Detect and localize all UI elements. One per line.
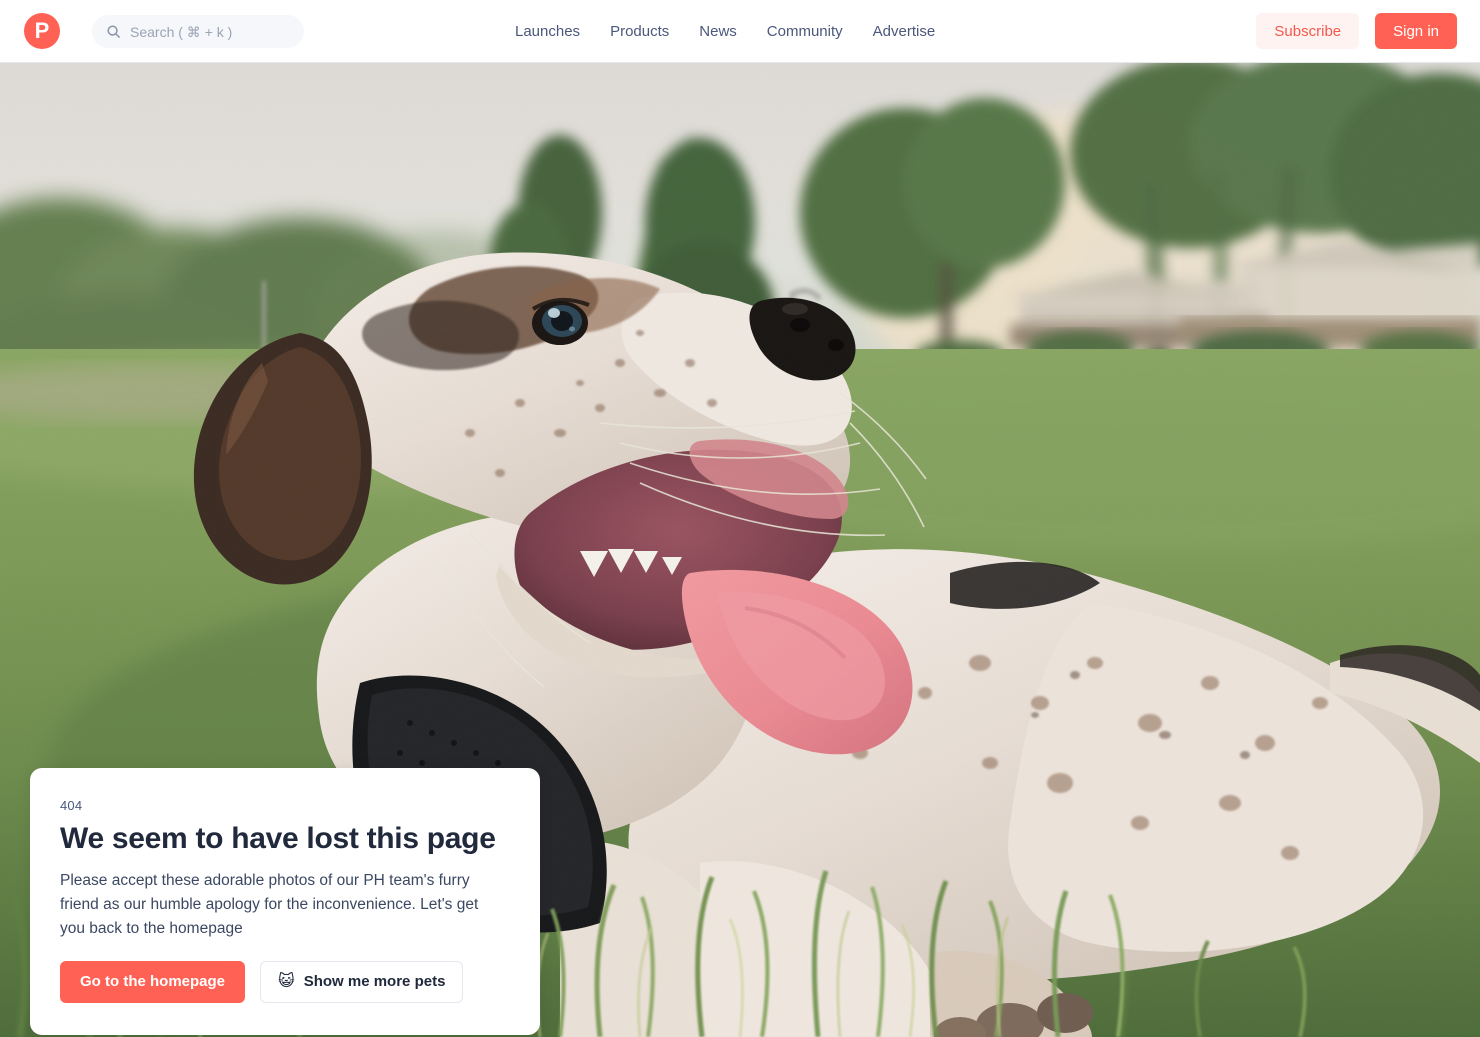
page-title: We seem to have lost this page bbox=[60, 822, 496, 855]
subscribe-button[interactable]: Subscribe bbox=[1256, 13, 1360, 49]
search-input[interactable] bbox=[130, 23, 290, 40]
sign-in-button[interactable]: Sign in bbox=[1375, 13, 1457, 49]
show-more-pets-label: Show me more pets bbox=[303, 973, 446, 991]
nav-item-community[interactable]: Community bbox=[767, 23, 843, 40]
site-header: P Launches Products News Community Adver… bbox=[0, 0, 1480, 63]
search-box[interactable] bbox=[92, 15, 304, 48]
error-code: 404 bbox=[60, 798, 83, 813]
page-message: Please accept these adorable photos of o… bbox=[60, 871, 479, 937]
go-to-homepage-button[interactable]: Go to the homepage bbox=[60, 960, 246, 1003]
product-hunt-logo[interactable]: P bbox=[24, 13, 60, 49]
nav-item-launches[interactable]: Launches bbox=[515, 23, 580, 40]
card-actions: Go to the homepage 😺 Show me more pets bbox=[60, 960, 510, 1003]
header-actions: Subscribe Sign in bbox=[1256, 13, 1457, 49]
show-more-pets-button[interactable]: 😺 Show me more pets bbox=[260, 960, 464, 1003]
nav-item-products[interactable]: Products bbox=[610, 23, 669, 40]
main-nav: Launches Products News Community Adverti… bbox=[515, 0, 935, 63]
nav-item-news[interactable]: News bbox=[699, 23, 737, 40]
nav-item-advertise[interactable]: Advertise bbox=[873, 23, 936, 40]
error-card: 404 We seem to have lost this page Pleas… bbox=[30, 768, 540, 1035]
cat-face-icon: 😺 bbox=[278, 972, 295, 990]
search-icon bbox=[107, 25, 120, 38]
